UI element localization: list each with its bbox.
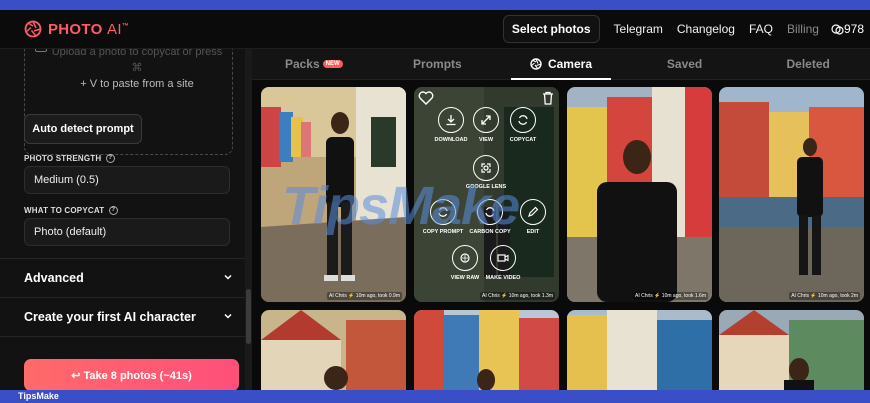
select-photos-button[interactable]: Select photos [502,15,600,43]
scrollbar-thumb[interactable] [246,289,251,344]
photo-image [567,310,712,390]
take-photos-button[interactable]: ↩ Take 8 photos (~41s) [24,359,239,390]
generated-photo[interactable] [414,310,559,390]
raw-icon [460,253,470,263]
help-icon[interactable]: ? [108,206,118,216]
photo-grid: AI Chris ⚡ 10m ago, took 0.9m DOWNLOAD V… [252,80,870,390]
top-nav: Select photos Telegram Changelog FAQ Bil… [502,10,864,48]
upload-hint-line2: + V to paste from a site [80,78,194,90]
help-icon[interactable]: ? [105,154,115,164]
changelog-link[interactable]: Changelog [677,22,735,36]
photo-caption: AI Chris ⚡ 10m ago, took 1.6m [633,292,708,300]
chevron-down-icon [224,274,232,280]
expand-icon [481,115,491,125]
view-raw-button[interactable] [452,245,478,271]
footer-bar: TipsMake [0,390,870,403]
gallery-tabs: Packs NEW Prompts Camera Saved Deleted [252,49,870,80]
make-video-label: MAKE VIDEO [485,275,521,281]
copycat-button[interactable] [510,107,536,133]
download-button[interactable] [438,107,464,133]
auto-detect-prompt-button[interactable]: Auto detect prompt [24,114,142,144]
make-video-button[interactable] [490,245,516,271]
photo-image [719,310,864,390]
tab-saved[interactable]: Saved [623,49,747,79]
heart-icon[interactable] [418,91,434,105]
camera-aperture-icon [24,20,42,38]
photo-strength-label: PHOTO STRENGTH ? [24,154,115,164]
upload-checkbox[interactable] [35,49,47,52]
tab-prompts[interactable]: Prompts [376,49,500,79]
advanced-section-toggle[interactable]: Advanced [0,258,245,297]
photo-image [414,310,559,390]
advanced-label: Advanced [24,271,84,285]
tab-packs[interactable]: Packs NEW [252,49,376,79]
upload-hint: Upload a photo to copycat or press ⌘ + V… [47,49,227,92]
generated-photo[interactable] [567,310,712,390]
chevron-down-icon [224,313,232,319]
copycat-label: WHAT TO COPYCAT ? [24,206,118,216]
view-button[interactable] [473,107,499,133]
credits-counter[interactable]: 978 [831,22,864,36]
faq-link[interactable]: FAQ [749,22,773,36]
lens-icon [481,163,491,173]
copycat-label: COPYCAT [509,137,537,143]
new-badge: NEW [322,60,343,68]
pencil-icon [528,206,539,217]
footer-label: TipsMake [18,391,59,401]
create-character-label: Create your first AI character [24,310,196,324]
tab-deleted[interactable]: Deleted [746,49,870,79]
watermark: TipsMake [282,176,520,236]
photo-caption: AI Chris ⚡ 10m ago, took 1.3m [480,292,555,300]
logo[interactable]: PHOTO AI™ [24,20,129,38]
trash-icon[interactable] [542,91,554,105]
browser-accent-bar [0,0,870,10]
tab-camera[interactable]: Camera [499,49,623,80]
generated-photo[interactable]: AI Chris ⚡ 10m ago, took 1.6m [567,87,712,302]
copycat-select[interactable]: Photo (default) [24,218,230,246]
photo-caption: AI Chris ⚡ 10m ago, took 0.9m [327,292,402,300]
photo-strength-select[interactable]: Medium (0.5) [24,166,230,194]
billing-link[interactable]: Billing [787,22,819,36]
photo-image [719,87,864,302]
photo-image [567,87,712,302]
logo-text: PHOTO AI™ [48,20,130,38]
camera-aperture-icon [530,58,542,70]
sidebar-scrollbar[interactable] [245,49,252,390]
generated-photo[interactable] [261,310,406,390]
refresh-icon [518,115,528,125]
credits-icon [831,23,844,35]
credits-value: 978 [843,22,864,36]
generated-photo[interactable] [719,310,864,390]
edit-button[interactable] [520,199,546,225]
create-character-section-toggle[interactable]: Create your first AI character [0,297,245,337]
upload-hint-line1: Upload a photo to copycat or press ⌘ [51,49,223,74]
download-icon [446,115,456,126]
photo-caption: AI Chris ⚡ 10m ago, took 2m [789,292,860,300]
generated-photo[interactable]: AI Chris ⚡ 10m ago, took 2m [719,87,864,302]
sidebar: Upload a photo to copycat or press ⌘ + V… [0,49,252,390]
video-icon [497,254,509,262]
photo-image [261,310,406,390]
app-header: PHOTO AI™ Select photos Telegram Changel… [0,10,870,49]
telegram-link[interactable]: Telegram [614,22,663,36]
